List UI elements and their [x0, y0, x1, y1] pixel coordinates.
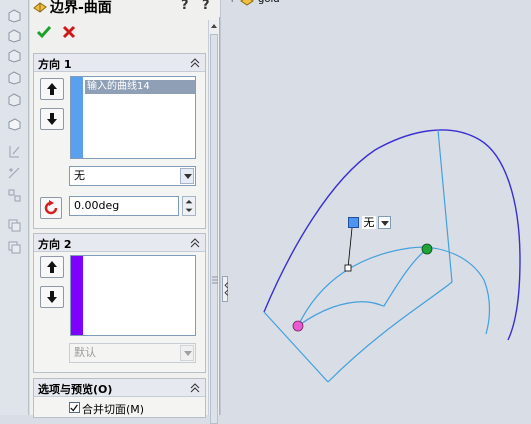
boundary-curve[interactable]: [263, 129, 521, 341]
connector-handle[interactable]: [344, 264, 352, 272]
end-point-icon[interactable]: [421, 243, 433, 255]
surface-edge: [437, 129, 453, 283]
callout-leader: [347, 227, 353, 269]
chevron-down-icon[interactable]: [378, 216, 391, 229]
connector-color-swatch: [348, 217, 359, 228]
tangency-callout[interactable]: 无: [348, 216, 394, 230]
start-point-icon[interactable]: [292, 320, 304, 332]
boundary-surface-preview: [263, 129, 521, 383]
callout-label: 无: [362, 216, 376, 229]
